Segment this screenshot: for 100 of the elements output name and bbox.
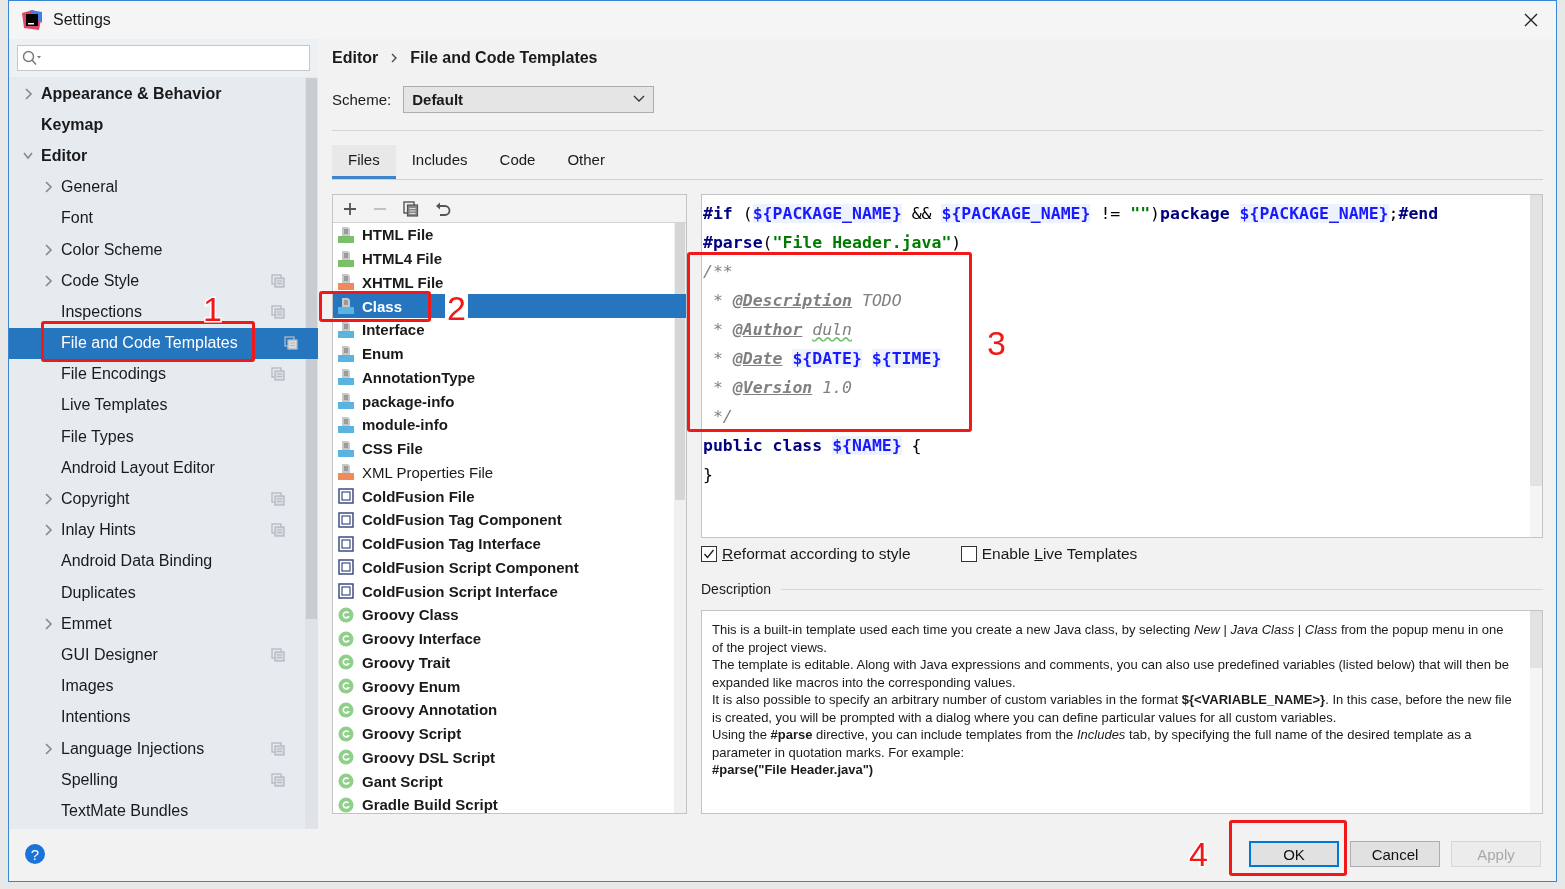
template-list-item[interactable]: Gant Script — [362, 772, 443, 790]
settings-tree-item[interactable]: Language Injections — [61, 739, 205, 757]
settings-tree-item[interactable]: Copyright — [61, 490, 130, 508]
settings-tree-item[interactable]: GUI Designer — [61, 645, 158, 663]
code-line: * @Description TODO — [711, 290, 902, 312]
template-list-item[interactable]: CSS File — [362, 440, 423, 458]
scrollbar-thumb[interactable] — [1530, 195, 1542, 486]
file-icon — [337, 273, 355, 292]
settings-tree-item[interactable]: Editor — [41, 146, 88, 164]
template-list-item[interactable]: ColdFusion Script Component — [362, 558, 579, 576]
settings-tree-item[interactable]: Code Style — [61, 271, 140, 289]
settings-tree-item[interactable]: Intentions — [61, 708, 131, 726]
checkbox-label[interactable]: Reformat according to style — [722, 545, 911, 563]
cf-file-icon — [338, 488, 354, 505]
settings-tree-item[interactable]: Keymap — [41, 115, 104, 133]
template-list-item[interactable]: Groovy Class — [362, 606, 459, 624]
chevron-right-icon[interactable] — [43, 493, 53, 506]
template-list-item[interactable]: ColdFusion Tag Component — [362, 511, 562, 529]
tab[interactable]: Other — [551, 145, 621, 179]
settings-tree-item[interactable]: Spelling — [61, 770, 118, 788]
template-list-item[interactable]: Groovy Annotation — [362, 701, 498, 719]
chevron-right-icon[interactable] — [43, 617, 53, 630]
chevron-right-icon[interactable] — [43, 742, 53, 755]
undo-icon[interactable] — [435, 200, 451, 217]
description-paragraph: The template is editable. Along with Java expressions and comments, you can also use predefined variables (listed below) that will then be expanded like macros into the corresponding values. — [712, 656, 1511, 691]
chevron-right-icon[interactable] — [43, 243, 53, 256]
add-icon[interactable] — [343, 201, 357, 216]
close-icon[interactable] — [1524, 13, 1538, 27]
selected-row[interactable]: File and Code Templates — [9, 327, 318, 359]
chevron-right-icon[interactable] — [23, 87, 33, 100]
settings-tree-item[interactable]: Inspections — [61, 302, 142, 320]
settings-tree-item[interactable]: Duplicates — [61, 583, 136, 601]
code-line: * @Version 1.0 — [711, 377, 853, 399]
window-title: Settings — [53, 11, 112, 29]
scrollbar-thumb[interactable] — [1530, 611, 1542, 668]
chevron-right-icon — [390, 53, 399, 63]
template-list-item[interactable]: XML Properties File — [362, 463, 494, 481]
settings-tree-item[interactable]: Android Layout Editor — [61, 458, 215, 476]
file-icon — [337, 463, 355, 482]
checkbox[interactable] — [701, 546, 717, 562]
template-list-item[interactable]: HTML4 File — [362, 250, 442, 268]
file-icon — [337, 368, 355, 387]
settings-tree-item[interactable]: Inlay Hints — [61, 521, 136, 539]
code-editor[interactable] — [701, 194, 1543, 538]
code-line: #if (${PACKAGE_NAME} && ${PACKAGE_NAME} != "")package ${PACKAGE_NAME};#end — [703, 203, 1439, 225]
template-list-item[interactable]: HTML File — [362, 226, 434, 244]
search-field[interactable] — [17, 45, 310, 71]
template-list-item[interactable]: Enum — [362, 345, 404, 363]
template-list-item[interactable]: ColdFusion File — [362, 487, 475, 505]
chevron-right-icon[interactable] — [43, 274, 53, 287]
template-list-item[interactable]: AnnotationType — [362, 368, 476, 386]
checkbox[interactable] — [960, 546, 977, 562]
template-list-item[interactable]: module-info — [362, 416, 448, 434]
template-list-item[interactable]: Groovy DSL Script — [362, 748, 496, 766]
search-icon — [22, 50, 42, 66]
template-list-item[interactable]: Groovy Trait — [362, 653, 451, 671]
groovy-file-icon — [338, 701, 354, 718]
settings-tree-item[interactable]: File Types — [61, 427, 134, 445]
settings-tree-item[interactable]: File and Code Templates — [61, 334, 238, 352]
help-button[interactable]: ? — [25, 844, 45, 864]
settings-tree-item[interactable]: Color Scheme — [61, 240, 163, 258]
scrollbar-thumb[interactable] — [306, 78, 317, 619]
template-list-item[interactable]: Groovy Enum — [362, 677, 461, 695]
code-line: * @Author duln — [711, 319, 852, 341]
template-list-item[interactable]: Class — [362, 297, 403, 315]
template-list-item[interactable]: Interface — [362, 321, 425, 339]
tab[interactable]: Includes — [395, 145, 484, 179]
settings-tree-item[interactable]: File Encodings — [61, 365, 166, 383]
settings-tree-item[interactable]: Font — [61, 209, 93, 227]
settings-tree-item[interactable]: Live Templates — [61, 396, 168, 414]
template-list-item[interactable]: XHTML File — [362, 273, 444, 291]
breadcrumb-item[interactable]: Editor — [332, 49, 379, 67]
settings-tree-item[interactable]: Appearance & Behavior — [41, 84, 222, 102]
template-list-item[interactable]: Gradle Build Script — [362, 796, 498, 813]
template-list-item[interactable]: ColdFusion Tag Interface — [362, 535, 541, 553]
checkbox-label[interactable]: Enable Live Templates — [981, 545, 1138, 563]
chevron-right-icon[interactable] — [43, 181, 53, 194]
annotation-number: 1 — [203, 291, 222, 326]
tab[interactable]: Files — [332, 145, 396, 179]
tab[interactable]: Code — [483, 145, 552, 179]
groovy-file-icon — [338, 630, 354, 647]
settings-tree-item[interactable]: Images — [61, 677, 114, 695]
settings-tree-item[interactable]: Emmet — [61, 614, 112, 632]
description-paragraph: It is also possible to specify an arbitrary number of custom variables in the format ${<VARIABLE_NAME>}. In this case, before the new file is created, you will be prompted with a dialog where you can define particular values for all custom variables. — [712, 691, 1513, 726]
chevron-right-icon[interactable] — [43, 524, 53, 537]
settings-tree-item[interactable]: TextMate Bundles — [61, 801, 189, 819]
settings-tree-item[interactable]: Android Data Binding — [61, 552, 213, 570]
template-list-item[interactable]: Groovy Script — [362, 725, 462, 743]
copy-icon[interactable] — [403, 200, 419, 217]
dialog-button[interactable]: Cancel — [1350, 841, 1440, 867]
template-list-item[interactable]: package-info — [362, 392, 455, 410]
file-icon — [337, 344, 355, 363]
scrollbar-thumb[interactable] — [675, 223, 685, 501]
scheme-dropdown[interactable]: Default — [403, 85, 655, 113]
settings-tree-item[interactable]: General — [61, 178, 118, 196]
groovy-file-icon — [338, 725, 354, 742]
template-list-item[interactable]: ColdFusion Script Interface — [362, 582, 558, 600]
template-list-item[interactable]: Groovy Interface — [362, 630, 482, 648]
groovy-file-icon — [338, 749, 354, 766]
dialog-button[interactable]: OK — [1249, 841, 1339, 867]
